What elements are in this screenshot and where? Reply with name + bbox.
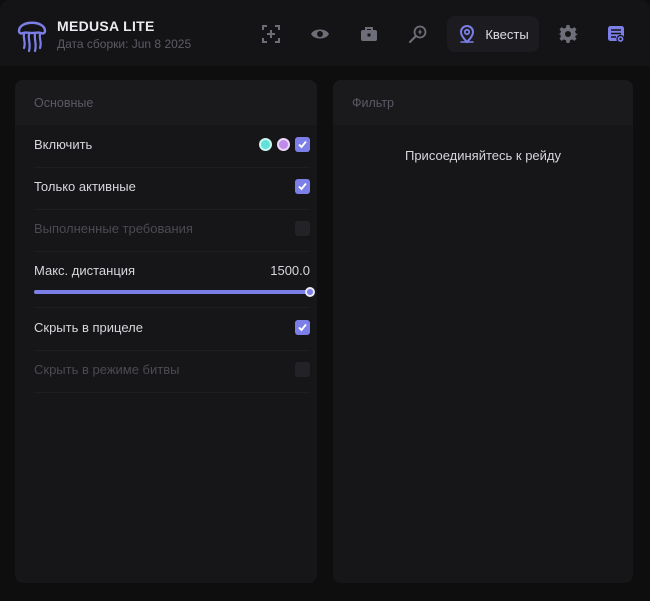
enable-label: Включить	[34, 137, 93, 152]
enable-checkbox[interactable]	[295, 137, 310, 152]
build-date: Дата сборки: Jun 8 2025	[57, 37, 192, 51]
only-active-checkbox[interactable]	[295, 179, 310, 194]
hide-aim-row[interactable]: Скрыть в прицеле	[34, 308, 310, 351]
tab-loot[interactable]	[352, 16, 386, 52]
max-distance-slider-fill	[34, 290, 310, 294]
hide-aim-label: Скрыть в прицеле	[34, 320, 143, 335]
tab-visuals[interactable]	[303, 16, 337, 52]
check-icon	[298, 140, 307, 149]
tab-config[interactable]	[599, 16, 633, 52]
max-distance-row: Макс. дистанция 1500.0	[34, 251, 310, 308]
main-panel-header: Основные	[15, 80, 317, 125]
join-raid-message: Присоединяйтесь к рейду	[404, 148, 561, 163]
completed-requirements-checkbox	[295, 221, 310, 236]
crosshair-icon	[262, 25, 280, 43]
app-window: MEDUSA LITE Дата сборки: Jun 8 2025 Квес…	[0, 0, 650, 601]
eye-icon	[311, 29, 329, 39]
filter-panel: Фильтр Присоединяйтесь к рейду	[333, 80, 633, 583]
max-distance-slider[interactable]	[34, 287, 315, 297]
main-panel: Основные Включить Только активные Выполн…	[15, 80, 317, 583]
main-panel-title: Основные	[34, 96, 94, 110]
completed-requirements-label: Выполненные требования	[34, 221, 193, 236]
enable-row[interactable]: Включить	[34, 125, 310, 168]
tab-quests[interactable]: Квесты	[447, 16, 539, 52]
color-picker-secondary[interactable]	[277, 138, 290, 151]
tab-settings[interactable]	[551, 16, 585, 52]
hide-battle-checkbox	[295, 362, 310, 377]
hide-aim-checkbox[interactable]	[295, 320, 310, 335]
config-list-icon	[608, 26, 625, 44]
color-picker-primary[interactable]	[259, 138, 272, 151]
map-pin-icon	[460, 25, 475, 44]
tab-quests-label: Квесты	[485, 26, 529, 42]
max-distance-label: Макс. дистанция	[34, 263, 136, 278]
check-icon	[298, 323, 307, 332]
hide-battle-label: Скрыть в режиме битвы	[34, 362, 180, 377]
tab-search[interactable]	[401, 16, 435, 52]
only-active-label: Только активные	[34, 179, 136, 194]
filter-panel-title: Фильтр	[352, 96, 394, 110]
check-icon	[298, 182, 307, 191]
filter-panel-header: Фильтр	[333, 80, 633, 125]
briefcase-icon	[361, 27, 377, 41]
header-bar: MEDUSA LITE Дата сборки: Jun 8 2025 Квес…	[0, 0, 650, 66]
hide-battle-row: Скрыть в режиме битвы	[34, 350, 310, 393]
tab-aim[interactable]	[254, 16, 288, 52]
gear-icon	[558, 25, 578, 43]
app-title: MEDUSA LITE	[57, 18, 155, 34]
jellyfish-logo-icon	[17, 21, 47, 53]
completed-requirements-row: Выполненные требования	[34, 209, 310, 252]
max-distance-slider-handle[interactable]	[305, 287, 315, 297]
max-distance-value: 1500.0	[270, 263, 310, 278]
search-magic-icon	[409, 25, 427, 43]
only-active-row[interactable]: Только активные	[34, 167, 310, 210]
